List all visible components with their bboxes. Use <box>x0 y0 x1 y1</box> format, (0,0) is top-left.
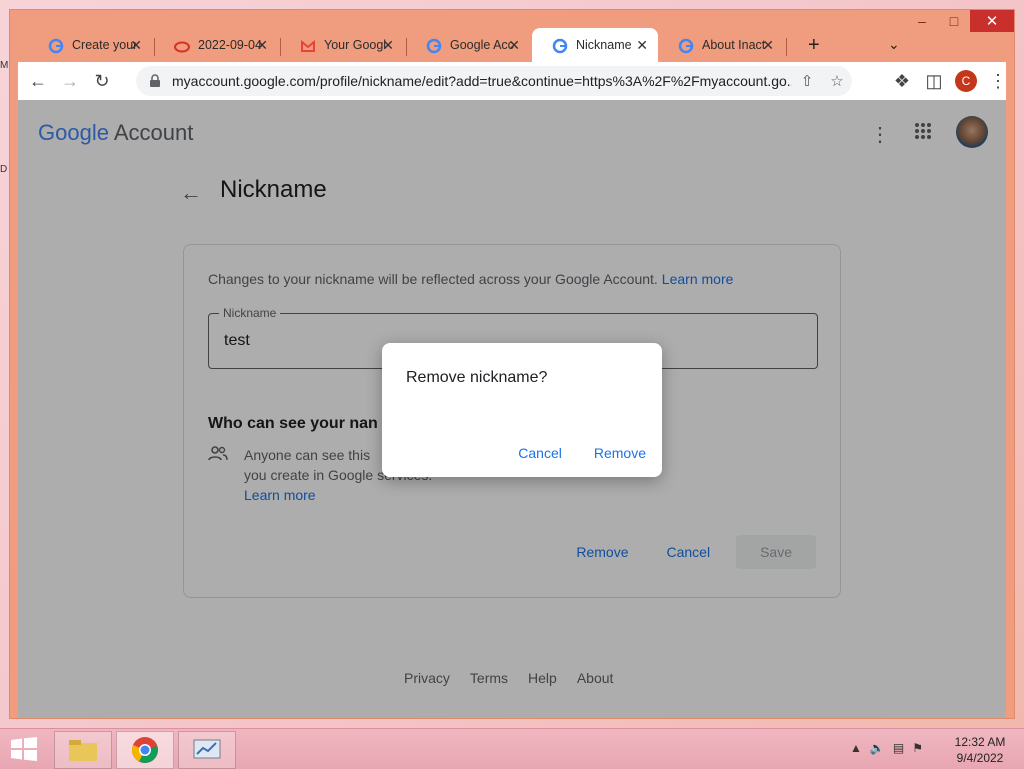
google-g-icon <box>678 38 694 54</box>
dialog-remove-button[interactable]: Remove <box>594 445 646 461</box>
red-cloud-icon <box>174 41 190 53</box>
google-g-icon <box>552 38 568 54</box>
reload-icon[interactable]: ↻ <box>86 65 118 97</box>
control-panel-taskbar-button[interactable] <box>178 731 236 769</box>
tab-title: Nickname <box>576 38 632 52</box>
close-tab-icon[interactable]: ✕ <box>256 37 268 54</box>
web-page: Google Account ⋮ ← Nickname Changes to y… <box>18 100 1006 718</box>
tab-nickname[interactable]: Nickname ✕ <box>532 28 658 62</box>
tab-title: 2022-09-04 <box>198 38 262 52</box>
network-icon[interactable]: ▤ <box>893 741 904 755</box>
back-icon[interactable]: ← <box>22 65 54 97</box>
tab-about-inactive[interactable]: About Inact ✕ <box>658 28 784 62</box>
bookmark-star-icon[interactable]: ☆ <box>822 72 852 90</box>
clock-time: 12:32 AM <box>954 735 1006 749</box>
share-icon[interactable]: ⇧ <box>792 72 822 90</box>
windows-start-icon[interactable] <box>10 737 38 761</box>
dialog-cancel-button[interactable]: Cancel <box>518 445 562 461</box>
file-explorer-taskbar-button[interactable] <box>54 731 112 769</box>
dialog-title: Remove nickname? <box>406 369 548 386</box>
forward-icon[interactable]: → <box>54 65 86 97</box>
lock-icon <box>150 74 160 87</box>
chrome-icon <box>132 737 158 763</box>
tab-strip: Create your ✕ 2022-09-04 ✕ Your Googl ✕ … <box>18 20 1014 62</box>
dialog-actions: Cancel Remove <box>486 445 646 461</box>
tab-create-account[interactable]: Create your ✕ <box>28 28 152 62</box>
close-tab-icon[interactable]: ✕ <box>762 37 774 54</box>
tab-gmail[interactable]: Your Googl ✕ <box>280 28 404 62</box>
gmail-icon <box>301 39 315 52</box>
google-g-icon <box>48 38 64 54</box>
profile-avatar: C <box>955 70 977 92</box>
tab-title: Create your <box>72 38 136 52</box>
desktop-icon-stub[interactable]: M <box>0 60 10 71</box>
extensions-puzzle-icon[interactable]: ❖ <box>886 65 918 97</box>
close-tab-icon[interactable]: ✕ <box>636 37 648 54</box>
close-tab-icon[interactable]: ✕ <box>508 37 520 54</box>
clock-date: 9/4/2022 <box>956 751 1004 765</box>
close-tab-icon[interactable]: ✕ <box>130 37 142 54</box>
browser-window: – □ ✕ Create your ✕ 2022-09-04 ✕ Your Go… <box>10 10 1014 718</box>
monitor-chart-icon <box>193 739 221 759</box>
action-center-flag-icon[interactable]: ⚑ <box>912 741 923 755</box>
browser-toolbar: ← → ↻ myaccount.google.com/profile/nickn… <box>18 62 1007 100</box>
volume-muted-icon[interactable]: 🔈 <box>870 741 885 755</box>
side-panel-icon[interactable]: ◫ <box>918 65 950 97</box>
google-g-icon <box>426 38 442 54</box>
system-clock[interactable]: 12:32 AM 9/4/2022 <box>950 734 1010 766</box>
tab-title: Google Acc <box>450 38 514 52</box>
folder-icon <box>69 740 97 761</box>
tab-title: Your Googl <box>324 38 387 52</box>
tab-2022-09-04[interactable]: 2022-09-04 ✕ <box>154 28 278 62</box>
show-hidden-icons-icon[interactable]: ▲ <box>850 741 862 755</box>
url-text[interactable]: myaccount.google.com/profile/nickname/ed… <box>172 73 792 89</box>
new-tab-button[interactable]: + <box>808 34 820 57</box>
profile-button[interactable]: C <box>950 65 982 97</box>
chrome-menu-icon[interactable]: ⋮ <box>982 65 1014 97</box>
tab-divider <box>786 38 787 56</box>
remove-nickname-dialog: Remove nickname? Cancel Remove <box>382 343 662 477</box>
system-tray: ▲ 🔈 ▤ ⚑ <box>850 741 923 755</box>
tab-title: About Inact <box>702 38 766 52</box>
close-tab-icon[interactable]: ✕ <box>382 37 394 54</box>
chrome-taskbar-button[interactable] <box>116 731 174 769</box>
desktop-icon-stub[interactable]: D <box>0 164 10 175</box>
address-bar[interactable]: myaccount.google.com/profile/nickname/ed… <box>136 66 852 96</box>
taskbar: ▲ 🔈 ▤ ⚑ 12:32 AM 9/4/2022 <box>0 728 1024 769</box>
tab-search-chevron-icon[interactable]: ⌄ <box>888 36 900 53</box>
tab-google-account[interactable]: Google Acc ✕ <box>406 28 530 62</box>
